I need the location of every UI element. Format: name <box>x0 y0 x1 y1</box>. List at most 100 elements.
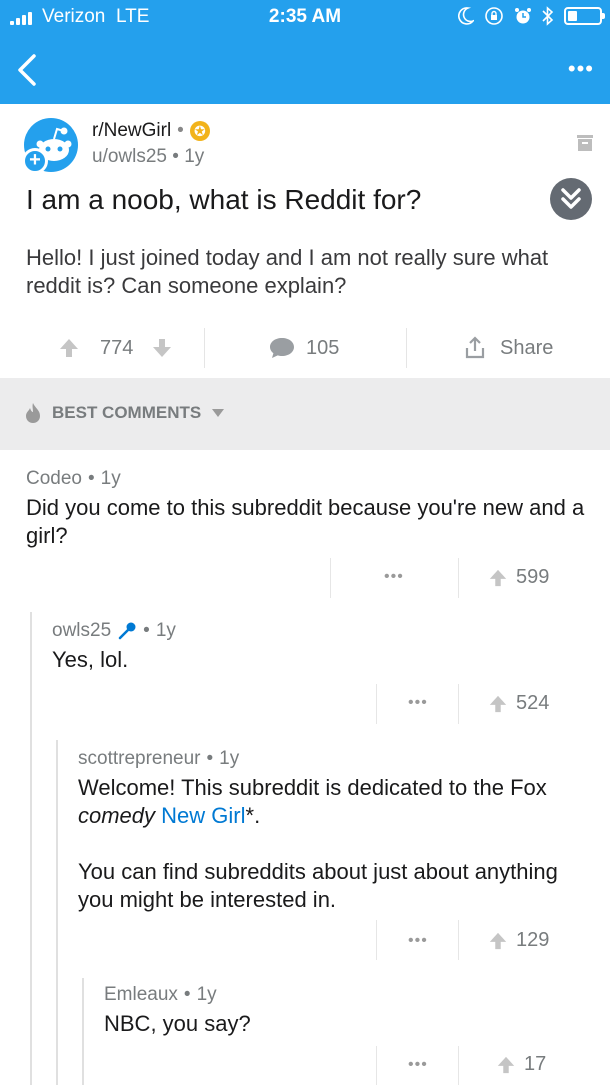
comment-more-button[interactable]: ••• <box>408 694 428 712</box>
double-chevron-down-icon <box>561 188 581 209</box>
comment-vote-group: 17 <box>496 1053 546 1076</box>
comment-score: 524 <box>516 692 550 714</box>
flame-icon <box>26 403 40 423</box>
thread-line[interactable] <box>56 740 58 1085</box>
comment-author[interactable]: Emleaux <box>104 984 178 1006</box>
subreddit-name[interactable]: r/NewGirl <box>92 120 171 142</box>
action-divider <box>376 1046 377 1085</box>
thread-line[interactable] <box>30 612 32 1085</box>
comment-emphasis: comedy <box>78 803 156 828</box>
downvote-icon[interactable] <box>151 337 173 359</box>
comment-score: 17 <box>524 1053 547 1075</box>
subreddit-line: r/NewGirl • ✪ <box>92 120 210 142</box>
comment-age: 1y <box>196 984 217 1005</box>
comment-link[interactable]: New Girl <box>161 803 245 828</box>
battery-icon <box>564 7 605 25</box>
comment-more-button[interactable]: ••• <box>408 932 428 950</box>
post-body: Hello! I just joined today and I am not … <box>26 245 549 298</box>
action-divider <box>204 328 205 368</box>
thread-line[interactable] <box>82 978 84 1085</box>
comment-body: Welcome! This subreddit is dedicated to … <box>78 774 588 830</box>
comment: Emleaux • 1y NBC, you say? <box>104 984 584 1038</box>
separator-dot: • <box>183 984 191 1005</box>
action-divider <box>458 684 459 724</box>
post-vote-group: 774 <box>58 318 173 378</box>
action-divider <box>330 558 331 598</box>
action-divider <box>458 920 459 960</box>
comment-meta: Codeo • 1y <box>26 468 586 490</box>
share-label: Share <box>500 336 554 359</box>
share-icon <box>465 336 485 359</box>
action-divider <box>458 1046 459 1085</box>
chevron-left-icon <box>18 54 36 86</box>
caret-down-icon <box>212 409 225 417</box>
action-divider <box>376 684 377 724</box>
comment-age: 1y <box>155 620 176 641</box>
comment-score: 599 <box>516 566 550 588</box>
separator-dot: • <box>206 748 214 769</box>
comment-text: *. <box>245 803 261 828</box>
subreddit-avatar[interactable]: + <box>22 118 78 174</box>
comment-author[interactable]: owls25 <box>52 620 111 642</box>
collapse-post-button[interactable] <box>550 178 592 220</box>
more-options-button[interactable]: ••• <box>554 54 594 84</box>
post-author-line: u/owls25 • 1y <box>92 146 204 168</box>
comment-paragraph: You can find subreddits about just about… <box>78 859 558 912</box>
comment: Codeo • 1y Did you come to this subreddi… <box>26 468 586 550</box>
comment-meta: owls25 • 1y <box>52 620 582 642</box>
post-score: 774 <box>100 336 134 359</box>
separator-dot: • <box>143 620 150 641</box>
hide-post-icon[interactable] <box>576 134 594 152</box>
post-action-bar: 774 105 Share <box>0 318 610 378</box>
action-divider <box>406 328 407 368</box>
comment-vote-group: 524 <box>488 692 549 715</box>
post-title[interactable]: I am a noob, what is Reddit for? <box>26 184 421 216</box>
sort-comments-button[interactable]: BEST COMMENTS <box>24 402 225 424</box>
upvote-icon[interactable] <box>58 337 80 359</box>
microphone-icon <box>118 622 136 640</box>
separator-dot: • <box>88 468 95 489</box>
status-icons <box>458 6 605 26</box>
comment-age: 1y <box>100 468 121 489</box>
status-bar: Verizon LTE 2:35 AM <box>0 0 610 36</box>
comment-body: Yes, lol. <box>52 647 129 672</box>
comment-score: 129 <box>516 929 550 951</box>
post-author[interactable]: u/owls25 <box>92 146 167 167</box>
upvote-icon[interactable] <box>496 1055 516 1075</box>
share-button[interactable]: Share <box>464 318 553 378</box>
comment-meta: scottrepreneur • 1y <box>78 748 588 770</box>
moon-icon <box>458 7 474 25</box>
post-age: 1y <box>184 146 205 167</box>
separator-dot: • <box>172 146 179 167</box>
comment-vote-group: 599 <box>488 566 549 589</box>
upvote-icon[interactable] <box>488 568 508 588</box>
comments-count: 105 <box>306 336 340 359</box>
comment-author[interactable]: Codeo <box>26 468 82 490</box>
comment-bubble-icon <box>270 338 294 358</box>
comment-age: 1y <box>219 748 240 769</box>
comment-text: Welcome! This subreddit is dedicated to … <box>78 775 547 800</box>
join-subreddit-button[interactable]: + <box>22 148 48 174</box>
comment-meta: Emleaux • 1y <box>104 984 584 1006</box>
action-divider <box>458 558 459 598</box>
comment-more-button[interactable]: ••• <box>408 1056 428 1074</box>
comments-button[interactable]: 105 <box>268 318 339 378</box>
bluetooth-icon <box>542 6 554 26</box>
gold-award-icon: ✪ <box>189 121 210 141</box>
comment-body: Did you come to this subreddit because y… <box>26 495 585 548</box>
upvote-icon[interactable] <box>488 931 508 951</box>
comment-author[interactable]: scottrepreneur <box>78 748 201 770</box>
sort-label: BEST COMMENTS <box>52 403 202 422</box>
comment-vote-group: 129 <box>488 929 549 952</box>
comment-more-button[interactable]: ••• <box>384 568 404 586</box>
alarm-icon <box>515 8 531 24</box>
comment: scottrepreneur • 1y Welcome! This subred… <box>78 748 588 914</box>
rotation-lock-icon <box>485 7 503 25</box>
comment-body: NBC, you say? <box>104 1011 251 1036</box>
upvote-icon[interactable] <box>488 694 508 714</box>
comment: owls25 • 1y Yes, lol. <box>52 620 582 674</box>
top-bar: Verizon LTE 2:35 AM ••• <box>0 0 610 104</box>
action-divider <box>376 920 377 960</box>
back-button[interactable] <box>8 50 48 90</box>
separator-dot: • <box>177 120 184 141</box>
